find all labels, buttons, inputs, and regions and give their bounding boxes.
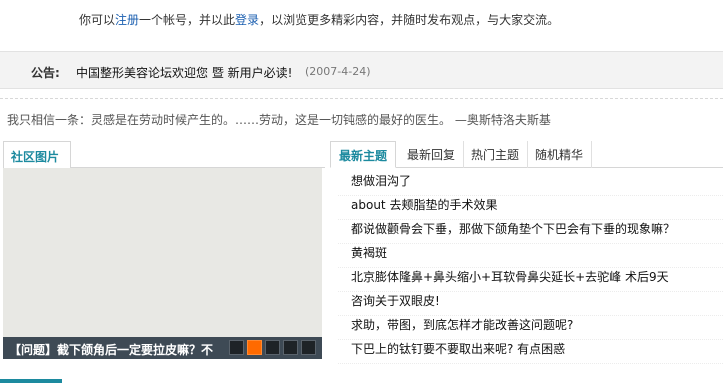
slide-dot-2[interactable] — [247, 340, 262, 355]
topic-link[interactable]: 求助，带图，到底怎样才能改善这问题呢? — [351, 318, 573, 332]
list-item: 下巴上的钛钉要不要取出来呢? 有点困惑 — [338, 340, 723, 364]
photo-slideshow[interactable] — [3, 168, 322, 356]
slideshow-caption-bar: 【问题】截下颌角后一定要拉皮嘛？不 — [3, 337, 322, 359]
announcement-bar: 公告: 中国整形美容论坛欢迎您 暨 新用户必读! (2007-4-24) — [0, 51, 723, 89]
register-prompt-suffix: ，以浏览更多精彩内容，并随时发布观点，与大家交流。 — [259, 13, 560, 27]
list-item: 想做泪沟了 — [338, 172, 723, 196]
topic-link[interactable]: about 去颊脂垫的手术效果 — [351, 198, 497, 212]
tab-latest-replies[interactable]: 最新回复 — [399, 141, 465, 168]
topic-link[interactable]: 黄褐斑 — [351, 246, 387, 260]
tab-hot-topics[interactable]: 热门主题 — [463, 141, 529, 168]
announcement-date: (2007-4-24) — [305, 65, 371, 78]
tab-random-featured[interactable]: 随机精华 — [527, 141, 593, 168]
tab-community-photos[interactable]: 社区图片 — [3, 141, 71, 168]
announcement-label: 公告: — [31, 66, 60, 80]
announcement-link[interactable]: 中国整形美容论坛欢迎您 暨 新用户必读! — [76, 64, 292, 81]
tab-latest-topics[interactable]: 最新主题 — [330, 141, 397, 168]
tab-community-photos-label: 社区图片 — [11, 150, 60, 164]
topic-link[interactable]: 咨询关于双眼皮! — [351, 294, 440, 308]
slideshow-caption-link[interactable]: 【问题】截下颌角后一定要拉皮嘛？不 — [9, 341, 227, 358]
list-item: about 去颊脂垫的手术效果 — [338, 196, 723, 220]
register-prompt-prefix: 你可以 — [79, 13, 116, 27]
topic-link[interactable]: 都说做颧骨会下垂，那做下颌角垫个下巴会有下垂的现象嘛？ — [351, 222, 675, 236]
slide-dot-3[interactable] — [265, 340, 280, 355]
register-prompt-middle: 一个帐号，并以此 — [139, 13, 236, 27]
register-prompt: 你可以注册一个帐号，并以此登录，以浏览更多精彩内容，并随时发布观点，与大家交流。 — [79, 11, 559, 28]
register-link[interactable]: 注册 — [115, 13, 139, 27]
divider — [0, 98, 723, 99]
topic-link[interactable]: 想做泪沟了 — [351, 174, 411, 188]
list-item: 求助，带图，到底怎样才能改善这问题呢? — [338, 316, 723, 340]
list-item: 黄褐斑 — [338, 244, 723, 268]
slide-dot-1[interactable] — [229, 340, 244, 355]
topic-list: 想做泪沟了 about 去颊脂垫的手术效果 都说做颧骨会下垂，那做下颌角垫个下巴… — [338, 172, 723, 364]
topic-link[interactable]: 北京膨体隆鼻+鼻头缩小+耳软骨鼻尖延长+去驼峰 术后9天 — [351, 270, 669, 284]
topic-tabbar: 最新主题 最新回复 热门主题 随机精华 — [330, 141, 723, 168]
topic-link[interactable]: 下巴上的钛钉要不要取出来呢? 有点困惑 — [351, 342, 565, 356]
list-item: 咨询关于双眼皮! — [338, 292, 723, 316]
list-item: 北京膨体隆鼻+鼻头缩小+耳软骨鼻尖延长+去驼峰 术后9天 — [338, 268, 723, 292]
list-item: 都说做颧骨会下垂，那做下颌角垫个下巴会有下垂的现象嘛？ — [338, 220, 723, 244]
quote-text: 我只相信一条：灵感是在劳动时候产生的。……劳动，这是一切钝感的最好的医生。 —奥… — [7, 113, 551, 127]
login-link[interactable]: 登录 — [235, 13, 259, 27]
slideshow-pager — [229, 340, 316, 355]
slide-dot-5[interactable] — [301, 340, 316, 355]
slide-dot-4[interactable] — [283, 340, 298, 355]
bottom-accent-bar — [0, 379, 62, 383]
